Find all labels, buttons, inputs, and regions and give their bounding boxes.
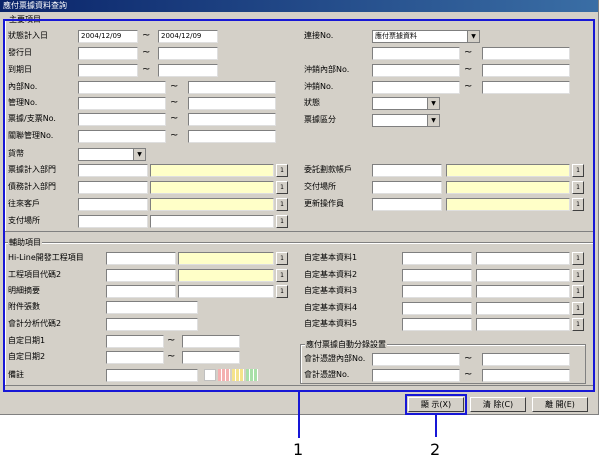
title-bar: 應付票據資料查詢: [0, 0, 598, 12]
callout-label-1: 1: [293, 440, 304, 459]
callout-line-2: [435, 415, 437, 437]
highlight-frame-1: [3, 19, 595, 392]
window-title: 應付票據資料查詢: [3, 1, 67, 10]
close-button[interactable]: 離 開(E): [532, 397, 588, 412]
highlight-frame-2: [405, 394, 467, 415]
callout-line-1: [298, 392, 300, 438]
clear-button[interactable]: 清 除(C): [470, 397, 526, 412]
callout-label-2: 2: [430, 440, 441, 459]
